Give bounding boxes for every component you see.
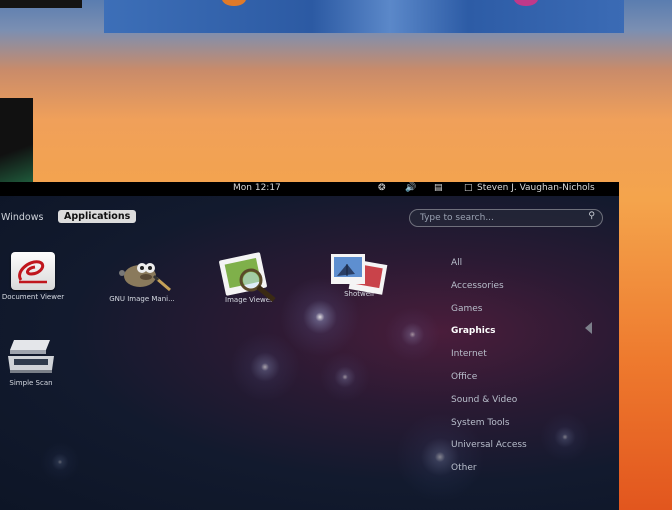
- app-label: Document Viewer: [1, 293, 65, 301]
- app-shotwell[interactable]: Shotwell: [324, 252, 394, 298]
- app-gimp[interactable]: GNU Image Mani...: [102, 252, 182, 303]
- app-simple-scan[interactable]: Simple Scan: [0, 336, 66, 387]
- volume-icon[interactable]: 🔊: [405, 183, 416, 193]
- app-label: Simple Scan: [9, 379, 53, 387]
- gimp-icon: [112, 252, 172, 292]
- gnome-shell-overview: Mon 12:17 ❂ 🔊 ▤ □ Steven J. Vaughan-Nich…: [0, 182, 619, 510]
- search-input[interactable]: [420, 211, 580, 224]
- category-list: All Accessories Games Graphics Internet …: [451, 252, 527, 480]
- user-menu[interactable]: Steven J. Vaughan-Nichols: [477, 183, 595, 193]
- shotwell-icon: [327, 252, 391, 295]
- category-universal-access[interactable]: Universal Access: [451, 434, 527, 457]
- accessibility-icon[interactable]: ❂: [378, 183, 386, 193]
- wallpaper-photo-window: [104, 0, 624, 33]
- clock[interactable]: Mon 12:17: [233, 183, 281, 193]
- background-starburst: [230, 332, 300, 402]
- tab-windows[interactable]: Windows: [1, 212, 43, 223]
- search-icon: ⚲: [588, 211, 595, 221]
- network-icon[interactable]: ▤: [434, 183, 443, 193]
- category-accessories[interactable]: Accessories: [451, 275, 527, 298]
- background-starburst: [320, 352, 370, 402]
- wallpaper-pink-orb: [514, 0, 538, 6]
- background-starburst: [385, 307, 440, 362]
- category-sound-video[interactable]: Sound & Video: [451, 389, 527, 412]
- category-internet[interactable]: Internet: [451, 343, 527, 366]
- scanner-icon: [4, 336, 58, 376]
- background-starburst: [40, 442, 80, 482]
- wallpaper-photo-fragment: [0, 0, 82, 8]
- category-all[interactable]: All: [451, 252, 527, 275]
- background-starburst: [540, 412, 590, 462]
- tab-applications[interactable]: Applications: [58, 210, 137, 223]
- chat-icon[interactable]: □: [464, 183, 473, 193]
- category-other[interactable]: Other: [451, 457, 527, 480]
- app-image-viewer[interactable]: Image Viewer: [212, 252, 286, 304]
- app-document-viewer[interactable]: Document Viewer: [0, 252, 72, 301]
- image-viewer-icon: [218, 252, 280, 302]
- selected-category-arrow-icon: [585, 322, 592, 334]
- wallpaper-orange-orb: [222, 0, 246, 6]
- document-viewer-icon: [11, 252, 55, 290]
- wallpaper-photo-left: [0, 98, 33, 182]
- category-games[interactable]: Games: [451, 298, 527, 321]
- top-panel: Mon 12:17 ❂ 🔊 ▤ □ Steven J. Vaughan-Nich…: [0, 182, 619, 196]
- category-office[interactable]: Office: [451, 366, 527, 389]
- search-box[interactable]: ⚲: [409, 209, 603, 227]
- category-system-tools[interactable]: System Tools: [451, 412, 527, 435]
- category-graphics[interactable]: Graphics: [451, 320, 527, 343]
- app-label: GNU Image Mani...: [109, 295, 175, 303]
